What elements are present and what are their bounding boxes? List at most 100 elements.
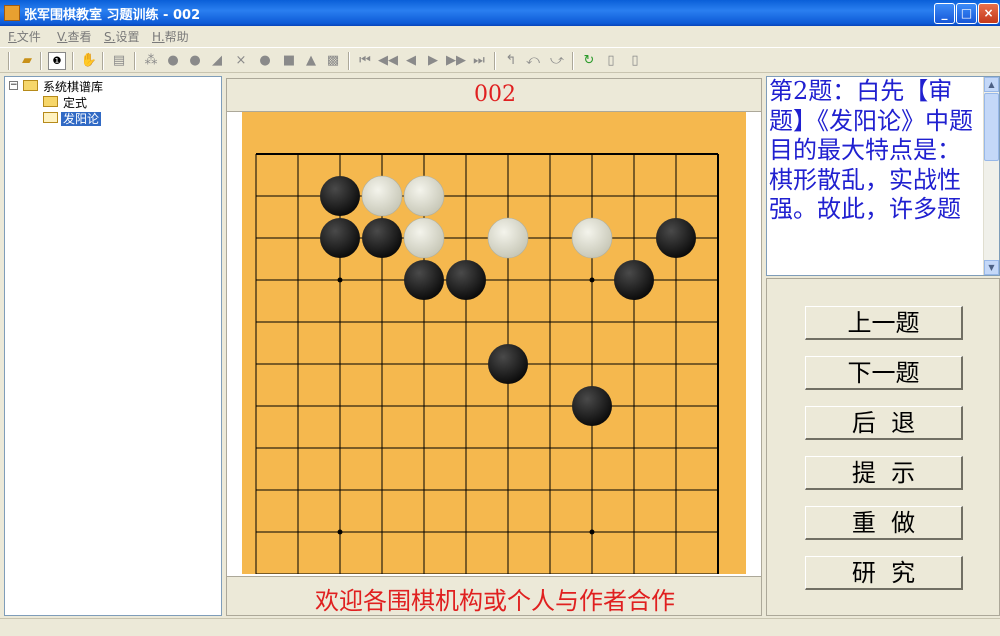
window-title: 张军围棋教室 习题训练 - 002 [24,8,201,23]
black-stone [320,176,360,216]
app-window: 张军围棋教室 习题训练 - 002 _ □ × F.文件 V.查看 S.设置 H… [0,0,1000,636]
branch-right-icon[interactable]: ⤻ [548,52,566,70]
fill-square-icon[interactable]: ▩ [324,52,342,70]
close-button[interactable]: × [978,3,999,24]
circle-mark-icon[interactable]: ● [256,52,274,70]
new-file-icon[interactable]: ▯ [602,52,620,70]
menu-bar: F.文件 V.查看 S.设置 H.帮助 [0,26,1000,46]
study-button[interactable]: 研 究 [805,556,963,590]
app-icon [4,5,20,21]
branch-left-icon[interactable]: ⤺ [524,52,542,70]
toolbar: ▰ ❶ ✋ ▤ ⁂ ● ● ◢ × ● ■ ▲ ▩ ⏮ ◀◀ ◀ ▶ ▶▶ ⏭ … [0,47,1000,73]
board-title-bar: 002 [226,78,762,112]
status-bar [0,618,1000,636]
stones-icon[interactable]: ⁂ [142,52,160,70]
menu-file-label: 文件 [16,30,41,44]
refresh-icon[interactable]: ↻ [580,52,598,70]
prev-problem-button[interactable]: 上一题 [805,306,963,340]
problem-description-box[interactable]: 第2题：白先【审题】《发阳论》中题目的最大特点是：棋形散乱，实战性强。故此，许多… [766,76,1000,276]
library-tree[interactable]: − 系统棋谱库 定式 发阳论 [4,76,222,616]
star-point [337,529,343,535]
scroll-down-icon[interactable]: ▼ [984,260,999,275]
menu-help-label: 帮助 [164,30,189,44]
tree-root[interactable]: 系统棋谱库 [23,78,105,94]
last-move-icon[interactable]: ⏭ [470,52,488,70]
tree-root-label: 系统棋谱库 [43,80,104,94]
white-stone [571,217,613,259]
move-number-icon[interactable]: ❶ [48,52,66,70]
fast-forward-icon[interactable]: ▶▶ [446,52,466,70]
tree-expander[interactable]: − [9,81,18,90]
black-stone [488,344,528,384]
white-stone-icon[interactable]: ● [186,52,204,70]
board-title: 002 [474,82,516,107]
problem-text: 第2题：白先【审题】《发阳论》中题目的最大特点是：棋形散乱，实战性强。故此，许多… [769,77,973,223]
go-board[interactable] [242,112,746,574]
save-file-icon[interactable]: ▯ [626,52,644,70]
folder-icon [43,96,58,107]
minimize-button[interactable]: _ [934,3,955,24]
menu-file[interactable]: F.文件 [8,28,41,45]
black-stone [446,260,486,300]
undo-button[interactable]: 后 退 [805,406,963,440]
black-stone [614,260,654,300]
black-stone [572,386,612,426]
tree-item-label: 定式 [63,96,88,110]
hand-icon[interactable]: ✋ [80,52,98,70]
white-stone [403,175,445,217]
tree-item-fayanglun[interactable]: 发阳论 [43,110,102,126]
redo-button[interactable]: 重 做 [805,506,963,540]
menu-help-key: H. [152,30,165,44]
toolbar-separator [134,52,136,70]
black-stone [320,218,360,258]
white-stone [487,217,529,259]
black-stone [404,260,444,300]
next-problem-button[interactable]: 下一题 [805,356,963,390]
star-point [589,277,595,283]
black-stone [362,218,402,258]
tree-item-joseki[interactable]: 定式 [43,94,89,110]
title-bar[interactable]: 张军围棋教室 习题训练 - 002 _ □ × [0,0,1000,26]
maximize-button[interactable]: □ [956,3,977,24]
hint-button[interactable]: 提 示 [805,456,963,490]
open-folder-icon [43,112,58,123]
white-stone [403,217,445,259]
open-folder-icon[interactable]: ▰ [18,52,36,70]
white-stone [361,175,403,217]
footer-message: 欢迎各围棋机构或个人与作者合作 [315,587,675,615]
back-icon[interactable]: ◀ [402,52,420,70]
menu-view-label: 查看 [67,30,92,44]
scroll-up-icon[interactable]: ▲ [984,77,999,92]
board-surface [242,112,746,574]
square-mark-icon[interactable]: ■ [280,52,298,70]
book-icon[interactable]: ▤ [110,52,128,70]
toolbar-separator [40,52,42,70]
toolbar-separator [102,52,104,70]
toolbar-separator [348,52,350,70]
cross-mark-icon[interactable]: × [232,52,250,70]
scroll-thumb[interactable] [984,93,999,161]
vertical-scrollbar[interactable]: ▲ ▼ [983,77,999,275]
menu-help[interactable]: H.帮助 [152,28,189,45]
menu-settings-label: 设置 [115,30,140,44]
up-triangle-icon[interactable]: ▲ [302,52,320,70]
star-point [589,529,595,535]
toolbar-separator [8,52,10,70]
action-button-panel: 上一题 下一题 后 退 提 示 重 做 研 究 [766,278,1000,616]
triangle-mark-icon[interactable]: ◢ [208,52,226,70]
branch-up-icon[interactable]: ↰ [502,52,520,70]
menu-view[interactable]: V.查看 [57,28,92,45]
menu-file-key: F. [8,30,17,44]
black-stone [656,218,696,258]
black-stone-icon[interactable]: ● [164,52,182,70]
folder-icon [23,80,38,91]
menu-settings[interactable]: S.设置 [104,28,139,45]
first-move-icon[interactable]: ⏮ [356,52,374,70]
toolbar-separator [72,52,74,70]
toolbar-separator [494,52,496,70]
forward-icon[interactable]: ▶ [424,52,442,70]
star-point [337,277,343,283]
tree-item-label: 发阳论 [61,112,102,126]
fast-back-icon[interactable]: ◀◀ [378,52,398,70]
footer-bar: 欢迎各围棋机构或个人与作者合作 [226,576,762,616]
